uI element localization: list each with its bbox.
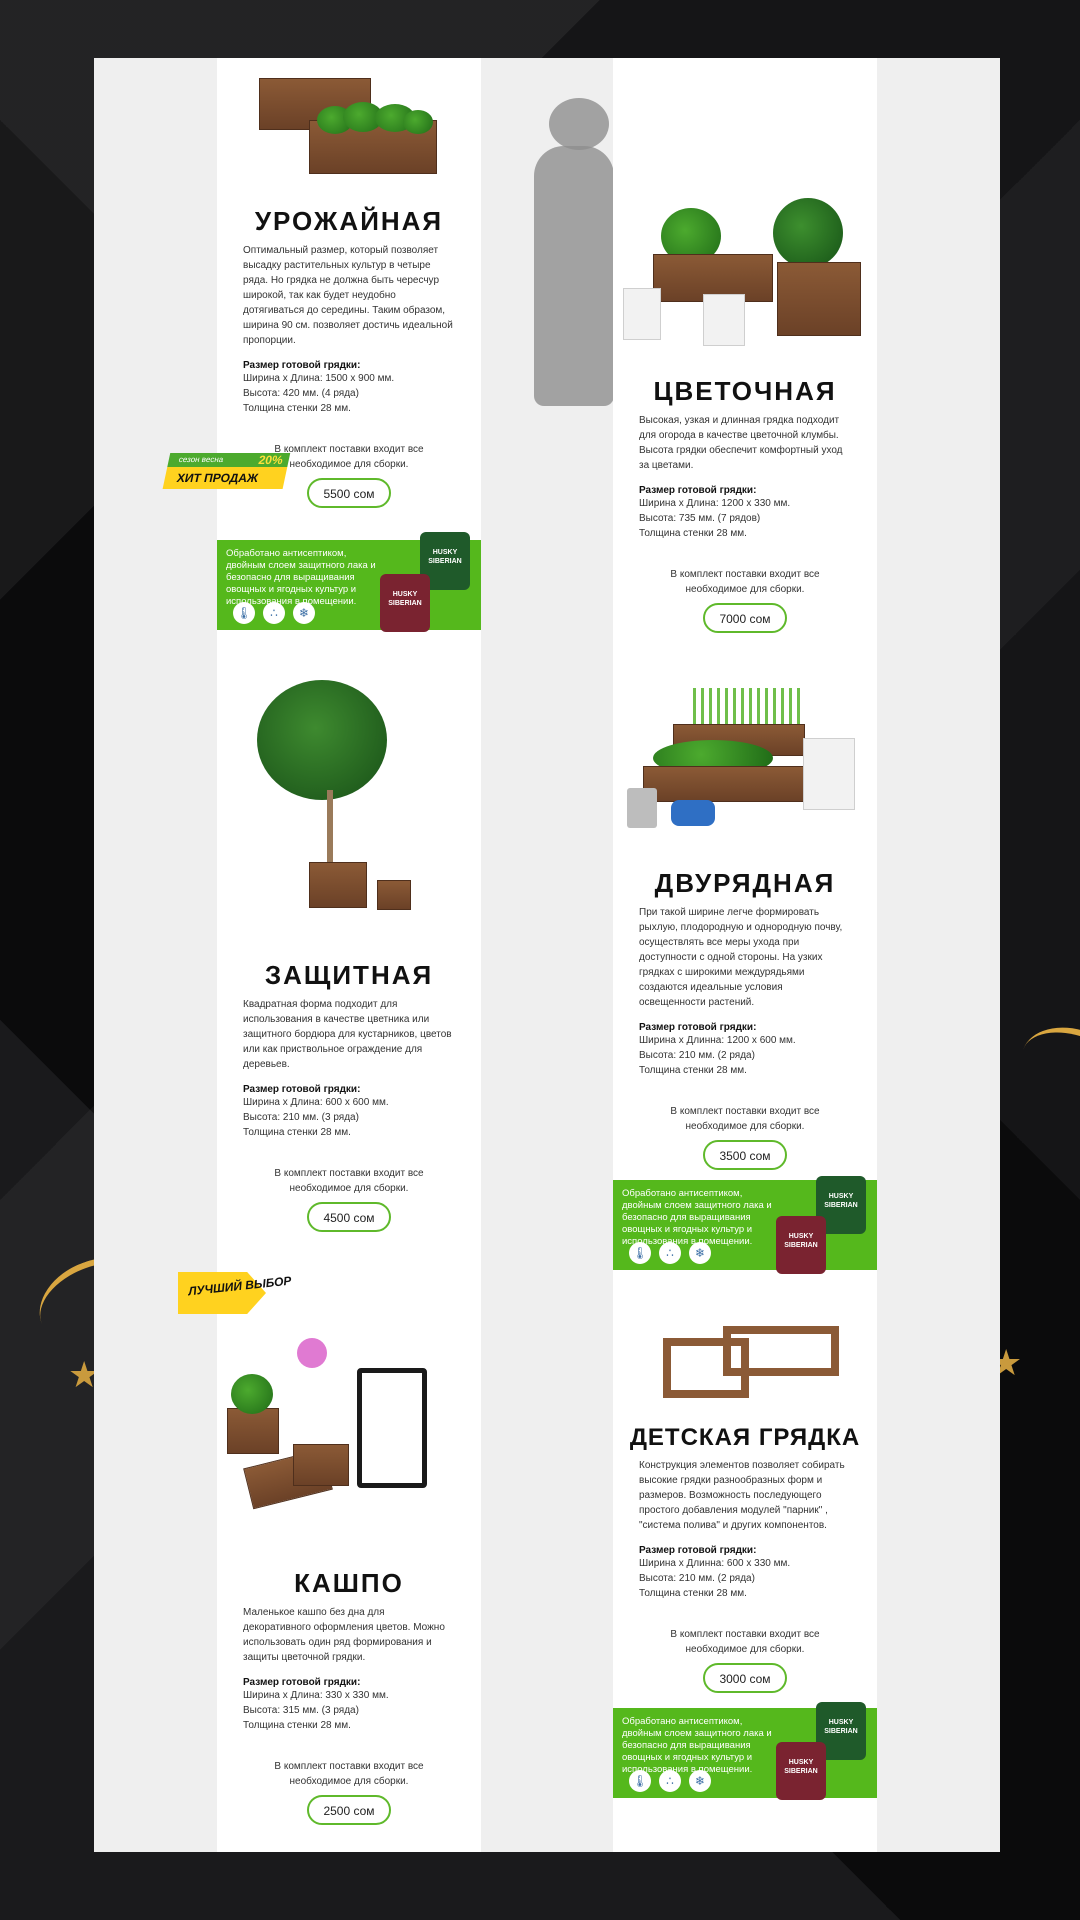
kit-note: В комплект поставки входит все необходим…: [670, 569, 820, 595]
price-button[interactable]: 4500 сом: [307, 1202, 391, 1232]
price-button[interactable]: 2500 сом: [307, 1795, 391, 1825]
product-image-raised-beds: [217, 68, 481, 198]
size-height: Высота: 210 мм. (2 ряда): [639, 1050, 755, 1061]
treatment-banner: Обработано антисептиком, двойным слоем з…: [217, 532, 481, 632]
product-title: УРОЖАЙНАЯ: [254, 206, 444, 236]
size-dimensions: Ширина х Длинна: 1200 х 600 мм.: [639, 1035, 796, 1046]
product-description: Высокая, узкая и длинная грядка подходит…: [639, 415, 843, 471]
right-column: ЦВЕТОЧНАЯ Высокая, узкая и длинная грядк…: [613, 58, 877, 1852]
price-button[interactable]: 7000 сом: [703, 603, 787, 633]
banner-text: Обработано антисептиком, двойным слоем з…: [622, 1188, 772, 1247]
product-description: Оптимальный размер, который позволяет вы…: [243, 245, 453, 346]
product-title: ДВУРЯДНАЯ: [654, 868, 836, 898]
size-dimensions: Ширина х Длина: 330 х 330 мм.: [243, 1690, 389, 1701]
size-dimensions: Ширина х Длина: 1200 х 330 мм.: [639, 498, 791, 509]
kit-note: В комплект поставки входит все необходим…: [274, 1761, 424, 1787]
size-wall: Толщина стенки 28 мм.: [243, 1720, 351, 1731]
drops-icon: ∴: [263, 602, 285, 624]
banner-icons: 🌡 ∴ ❄: [629, 1242, 711, 1264]
paint-can-red: HUSKY SIBERIAN: [776, 1742, 826, 1800]
size-wall: Толщина стенки 28 мм.: [639, 528, 747, 539]
price-button[interactable]: 3000 сом: [703, 1663, 787, 1693]
price-button[interactable]: 5500 сом: [307, 478, 391, 508]
size-height: Высота: 210 мм. (2 ряда): [639, 1573, 755, 1584]
snowflake-icon: ❄: [293, 602, 315, 624]
size-heading: Размер готовой грядки:: [243, 360, 361, 371]
size-height: Высота: 735 мм. (7 рядов): [639, 513, 761, 524]
product-description: Конструкция элементов позволяет собирать…: [639, 1460, 845, 1531]
banner-text: Обработано антисептиком, двойным слоем з…: [226, 548, 376, 607]
thermometer-icon: 🌡: [233, 602, 255, 624]
treatment-banner: Обработано антисептиком, двойным слоем з…: [613, 1702, 877, 1800]
paint-can-red: HUSKY SIBERIAN: [380, 574, 430, 632]
drops-icon: ∴: [659, 1242, 681, 1264]
price-button[interactable]: 3500 сом: [703, 1140, 787, 1170]
size-height: Высота: 420 мм. (4 ряда): [243, 388, 359, 399]
product-image-kids-bed: [613, 1318, 877, 1414]
banner-text: Обработано антисептиком, двойным слоем з…: [622, 1716, 772, 1775]
size-height: Высота: 315 мм. (3 ряда): [243, 1705, 359, 1716]
kit-note: В комплект поставки входит все необходим…: [670, 1629, 820, 1655]
product-image-two-row-bed: [613, 688, 877, 848]
size-heading: Размер готовой грядки:: [639, 1545, 757, 1556]
product-title: ЗАЩИТНАЯ: [264, 960, 434, 990]
person-silhouette: [549, 98, 609, 150]
product-title: КАШПО: [294, 1568, 404, 1598]
product-image-tree-planter: [217, 670, 481, 920]
kit-note: В комплект поставки входит все необходим…: [274, 1168, 424, 1194]
thermometer-icon: 🌡: [629, 1242, 651, 1264]
size-dimensions: Ширина х Длина: 1500 х 900 мм.: [243, 373, 395, 384]
size-wall: Толщина стенки 28 мм.: [243, 403, 351, 414]
size-heading: Размер готовой грядки:: [243, 1084, 361, 1095]
product-description: Квадратная форма подходит для использова…: [243, 999, 452, 1070]
product-card-zashchitnaya: ЗАЩИТНАЯ Квадратная форма подходит для и…: [217, 670, 481, 1232]
product-title: ЦВЕТОЧНАЯ: [653, 376, 837, 406]
size-wall: Толщина стенки 28 мм.: [243, 1127, 351, 1138]
size-heading: Размер готовой грядки:: [639, 1022, 757, 1033]
size-heading: Размер готовой грядки:: [243, 1677, 361, 1688]
product-card-tsvetochnaya: ЦВЕТОЧНАЯ Высокая, узкая и длинная грядк…: [613, 198, 877, 633]
product-card-urozhaynaya: УРОЖАЙНАЯ Оптимальный размер, который по…: [217, 68, 481, 508]
size-height: Высота: 210 мм. (3 ряда): [243, 1112, 359, 1123]
product-card-detskaya: ДЕТСКАЯ ГРЯДКА Конструкция элементов поз…: [613, 1318, 877, 1693]
product-image-flower-beds: [613, 198, 877, 358]
size-dimensions: Ширина х Длина: 600 х 600 мм.: [243, 1097, 389, 1108]
size-wall: Толщина стенки 28 мм.: [639, 1588, 747, 1599]
product-image-planters-chair: [217, 1328, 481, 1528]
snowflake-icon: ❄: [689, 1770, 711, 1792]
kit-note: В комплект поставки входит все необходим…: [670, 1106, 820, 1132]
size-heading: Размер готовой грядки:: [639, 485, 757, 496]
product-description: При такой ширине легче формировать рыхлу…: [639, 907, 843, 1008]
size-wall: Толщина стенки 28 мм.: [639, 1065, 747, 1076]
hit-sale-badge: сезон весна 20% ХИТ ПРОДАЖ: [162, 453, 291, 493]
product-card-dvuryadnaya: ДВУРЯДНАЯ При такой ширине легче формиро…: [613, 688, 877, 1170]
banner-icons: 🌡 ∴ ❄: [233, 602, 315, 624]
snowflake-icon: ❄: [689, 1242, 711, 1264]
catalog-sheet: УРОЖАЙНАЯ Оптимальный размер, который по…: [94, 58, 1000, 1852]
drops-icon: ∴: [659, 1770, 681, 1792]
thermometer-icon: 🌡: [629, 1770, 651, 1792]
size-dimensions: Ширина х Длинна: 600 х 330 мм.: [639, 1558, 791, 1569]
product-title: ДЕТСКАЯ ГРЯДКА: [629, 1424, 861, 1451]
best-choice-badge: ЛУЧШИЙ ВЫБОР: [178, 1266, 294, 1320]
badge-discount: 20%: [257, 453, 285, 467]
person-silhouette-body: [534, 146, 614, 406]
badge-hit-label: ХИТ ПРОДАЖ: [162, 467, 288, 489]
banner-icons: 🌡 ∴ ❄: [629, 1770, 711, 1792]
product-description: Маленькое кашпо без дна для декоративног…: [243, 1607, 445, 1663]
left-column: УРОЖАЙНАЯ Оптимальный размер, который по…: [217, 58, 481, 1852]
product-card-kashpo: КАШПО Маленькое кашпо без дна для декора…: [217, 1328, 481, 1825]
treatment-banner: Обработано антисептиком, двойным слоем з…: [613, 1176, 877, 1274]
paint-can-red: HUSKY SIBERIAN: [776, 1216, 826, 1274]
